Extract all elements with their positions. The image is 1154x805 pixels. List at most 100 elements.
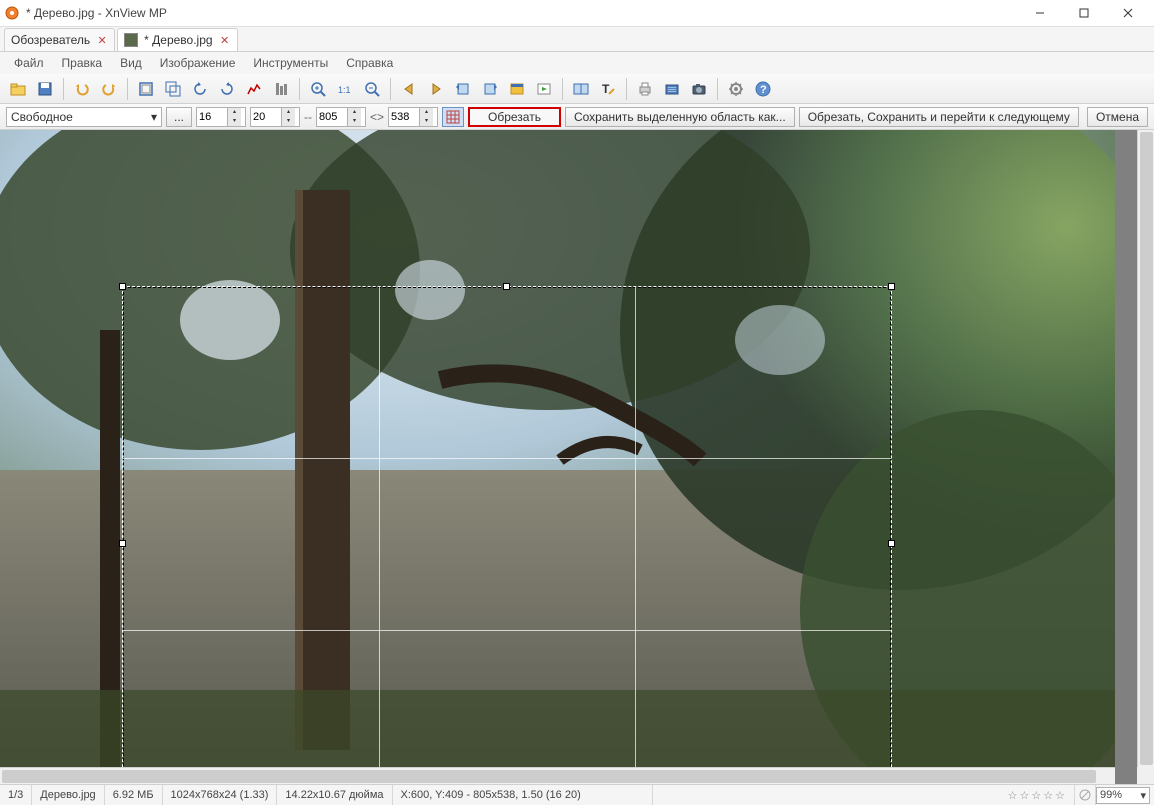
chevron-down-icon: ▾ [151,110,157,124]
scrollbar-thumb[interactable] [2,770,1096,783]
dash-label: -- [304,110,312,124]
menu-edit[interactable]: Правка [54,54,111,72]
compare-button[interactable] [569,77,593,101]
star-icon: ☆ [1020,789,1030,802]
spin-down-icon[interactable]: ▾ [281,117,295,126]
scrollbar-thumb[interactable] [1140,132,1153,765]
crop-button[interactable]: Обрезать [468,107,561,127]
prev-button[interactable] [397,77,421,101]
resize-handle-w[interactable] [119,540,126,547]
svg-text:?: ? [760,84,767,96]
toolbar-separator [626,78,627,100]
zoom-value: 99% [1100,789,1122,801]
spin-down-icon[interactable]: ▾ [419,117,433,126]
adjust-button[interactable] [269,77,293,101]
color-label-icon [1078,788,1092,802]
swap-label[interactable]: <> [370,110,384,124]
ellipsis-button[interactable]: ... [166,107,192,127]
toolbar-separator [717,78,718,100]
tab-browser[interactable]: Обозреватель ✕ [4,28,115,51]
crop-button[interactable] [134,77,158,101]
menu-file[interactable]: Файл [6,54,52,72]
resize-handle-nw[interactable] [119,283,126,290]
y-input[interactable]: ▴▾ [250,107,300,127]
levels-button[interactable] [242,77,266,101]
spin-down-icon[interactable]: ▾ [347,117,361,126]
menu-help[interactable]: Справка [338,54,401,72]
x-input[interactable]: ▴▾ [196,107,246,127]
tab-close-icon[interactable]: ✕ [219,34,231,46]
zoom-out-button[interactable] [360,77,384,101]
fullscreen-button[interactable] [505,77,529,101]
status-color-label[interactable] [1075,785,1096,805]
zoom-input[interactable]: 99% ▾ [1096,787,1150,804]
status-filename: Дерево.jpg [32,785,104,805]
menu-view[interactable]: Вид [112,54,150,72]
scan-button[interactable] [660,77,684,101]
app-icon [4,5,20,21]
horizontal-scrollbar[interactable] [0,767,1115,784]
spin-up-icon[interactable]: ▴ [347,108,361,117]
status-rating[interactable]: ☆ ☆ ☆ ☆ ☆ [999,785,1075,805]
width-field[interactable] [317,111,347,123]
spin-up-icon[interactable]: ▴ [281,108,295,117]
tab-label: Обозреватель [11,33,90,47]
vertical-scrollbar[interactable] [1137,130,1154,767]
text-button[interactable]: T [596,77,620,101]
star-icon: ☆ [1055,789,1065,802]
tab-image[interactable]: * Дерево.jpg ✕ [117,28,237,51]
open-button[interactable] [6,77,30,101]
y-field[interactable] [251,111,281,123]
resize-button[interactable] [161,77,185,101]
grid-toggle-button[interactable] [442,107,464,127]
close-button[interactable] [1106,1,1150,25]
help-button[interactable]: ? [751,77,775,101]
x-field[interactable] [197,111,227,123]
width-input[interactable]: ▴▾ [316,107,366,127]
maximize-button[interactable] [1062,1,1106,25]
rotate-left-button[interactable] [188,77,212,101]
zoom-in-button[interactable] [306,77,330,101]
tab-label: * Дерево.jpg [144,33,212,47]
status-filesize: 6.92 МБ [105,785,163,805]
minimize-button[interactable] [1018,1,1062,25]
spin-up-icon[interactable]: ▴ [419,108,433,117]
crop-save-next-button[interactable]: Обрезать, Сохранить и перейти к следующе… [799,107,1079,127]
menu-image[interactable]: Изображение [152,54,244,72]
resize-handle-n[interactable] [503,283,510,290]
crop-selection[interactable] [122,286,892,784]
titlebar: * Дерево.jpg - XnView MP [0,0,1154,27]
status-index: 1/3 [0,785,32,805]
resize-handle-e[interactable] [888,540,895,547]
grid-line [635,287,636,784]
tab-thumbnail-icon [124,33,138,47]
undo-button[interactable] [70,77,94,101]
tab-close-icon[interactable]: ✕ [96,34,108,46]
height-input[interactable]: ▴▾ [388,107,438,127]
spin-up-icon[interactable]: ▴ [227,108,241,117]
save-selection-button[interactable]: Сохранить выделенную область как... [565,107,795,127]
rotate-ccw-button[interactable] [451,77,475,101]
capture-button[interactable] [687,77,711,101]
zoom-actual-button[interactable]: 1:1 [333,77,357,101]
spin-down-icon[interactable]: ▾ [227,117,241,126]
scroll-corner [1137,767,1154,784]
next-button[interactable] [424,77,448,101]
grid-line [379,287,380,784]
svg-text:T: T [602,82,610,96]
grid-line [123,458,891,459]
toolbar-separator [299,78,300,100]
redo-button[interactable] [97,77,121,101]
rotate-cw-button[interactable] [478,77,502,101]
canvas-area[interactable] [0,130,1154,784]
settings-button[interactable] [724,77,748,101]
save-button[interactable] [33,77,57,101]
menu-tools[interactable]: Инструменты [245,54,336,72]
resize-handle-ne[interactable] [888,283,895,290]
cancel-button[interactable]: Отмена [1087,107,1148,127]
aspect-ratio-select[interactable]: Свободное ▾ [6,107,162,127]
rotate-right-button[interactable] [215,77,239,101]
print-button[interactable] [633,77,657,101]
height-field[interactable] [389,111,419,123]
slideshow-button[interactable] [532,77,556,101]
